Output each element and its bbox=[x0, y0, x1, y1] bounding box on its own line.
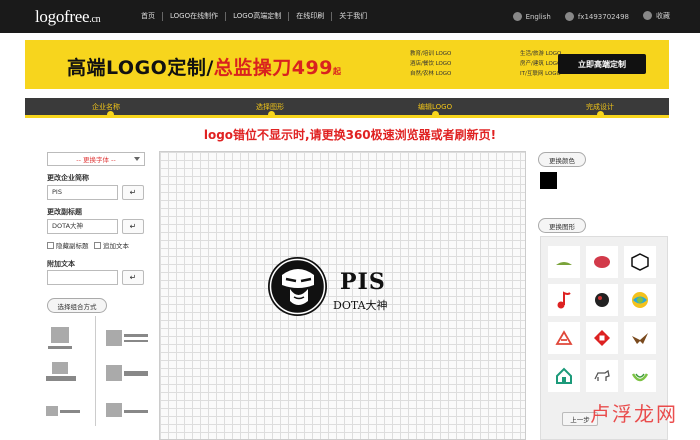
site-watermark: 卢浮龙网 bbox=[590, 402, 678, 426]
main-nav: 首页 LOGO在线制作 LOGO高端定制 在线印刷 关于我们 bbox=[134, 12, 374, 21]
combo-shape bbox=[106, 330, 122, 346]
combo-line bbox=[60, 410, 80, 413]
globe-icon bbox=[512, 11, 522, 21]
company-input[interactable]: PIS bbox=[47, 185, 118, 200]
combo-line bbox=[124, 334, 148, 337]
combo-layout-1[interactable] bbox=[46, 327, 94, 357]
color-swatch[interactable] bbox=[540, 172, 557, 189]
lips-logo-icon[interactable] bbox=[586, 246, 618, 278]
badge-logo-icon[interactable] bbox=[624, 246, 656, 278]
user-icon bbox=[564, 11, 574, 21]
language-switch[interactable]: English bbox=[512, 11, 551, 21]
colorful-leaf-logo-icon[interactable] bbox=[624, 284, 656, 316]
combo-layout-4[interactable] bbox=[106, 365, 154, 395]
company-apply-button[interactable]: ↵ bbox=[122, 185, 144, 200]
add-text-checkbox[interactable]: 追加文本 bbox=[94, 240, 129, 250]
heart-icon bbox=[643, 11, 652, 20]
chevron-down-icon bbox=[134, 157, 140, 161]
music-note-logo-icon[interactable] bbox=[548, 284, 580, 316]
extra-text-input[interactable] bbox=[47, 270, 118, 285]
feature-item: 自然/农林 LOGO bbox=[410, 71, 452, 77]
nav-link-print[interactable]: 在线印刷 bbox=[289, 12, 333, 21]
combo-line bbox=[48, 346, 72, 349]
green-bowl-logo-icon[interactable] bbox=[624, 360, 656, 392]
logo-subtitle-text[interactable]: DOTA大神 bbox=[333, 297, 388, 313]
extra-apply-button[interactable]: ↵ bbox=[122, 270, 144, 285]
change-color-button[interactable]: 更换颜色 bbox=[538, 152, 586, 167]
logo-canvas[interactable] bbox=[159, 151, 526, 440]
subtitle-input[interactable]: DOTA大神 bbox=[47, 219, 118, 234]
combo-line bbox=[46, 376, 76, 381]
checkbox-box[interactable] bbox=[94, 241, 101, 249]
site-logo[interactable]: logofree.cn bbox=[35, 7, 101, 27]
logo-brand-text[interactable]: PIS bbox=[340, 269, 386, 295]
house-logo-icon[interactable] bbox=[548, 360, 580, 392]
combo-shape bbox=[52, 362, 68, 374]
divider bbox=[95, 316, 96, 426]
eagle-logo-icon[interactable] bbox=[624, 322, 656, 354]
step-dot bbox=[597, 111, 604, 118]
promo-banner[interactable]: 高端LOGO定制/总监操刀499起 教育/培训 LOGO 生活/旅游 LOGO … bbox=[25, 40, 669, 89]
combo-shape bbox=[106, 365, 122, 381]
feature-item: 酒店/餐饮 LOGO bbox=[410, 61, 452, 67]
dog-logo-icon[interactable] bbox=[586, 360, 618, 392]
change-shape-button[interactable]: 更换图形 bbox=[538, 218, 586, 233]
red-diamond-logo-icon[interactable] bbox=[586, 322, 618, 354]
font-select[interactable]: -- 更换字体 -- bbox=[47, 152, 145, 166]
combo-shape bbox=[51, 327, 69, 343]
dark-orb-logo-icon[interactable] bbox=[586, 284, 618, 316]
combo-shape bbox=[46, 406, 58, 416]
combo-layout-3[interactable] bbox=[46, 362, 94, 392]
user-menu[interactable]: fx1493702498 bbox=[564, 11, 629, 21]
combo-line bbox=[124, 371, 148, 376]
step-1: 企业名称 bbox=[92, 103, 120, 111]
select-combo-button[interactable]: 选择组合方式 bbox=[47, 298, 107, 313]
face-mask-icon[interactable] bbox=[268, 257, 327, 316]
feature-item: 教育/培训 LOGO bbox=[410, 51, 452, 57]
step-dot bbox=[432, 111, 439, 118]
extra-text-label: 附加文本 bbox=[47, 260, 75, 268]
nav-link-online-make[interactable]: LOGO在线制作 bbox=[163, 12, 227, 21]
subtitle-label: 更改副标题 bbox=[47, 208, 82, 216]
browser-warning: logo错位不显示时,请更换360极速浏览器或者刷新页! bbox=[203, 128, 497, 142]
nav-link-about[interactable]: 关于我们 bbox=[332, 12, 374, 21]
custom-now-button[interactable]: 立即高端定制 bbox=[558, 54, 646, 74]
step-dot bbox=[268, 111, 275, 118]
checkbox-box[interactable] bbox=[47, 241, 54, 249]
nav-link-home[interactable]: 首页 bbox=[134, 12, 163, 21]
progress-steps: 企业名称 选择图形 编辑LOGO 完成设计 bbox=[25, 98, 669, 118]
combo-layout-5[interactable] bbox=[46, 400, 94, 430]
combo-layout-2[interactable] bbox=[106, 330, 154, 360]
combo-layout-6[interactable] bbox=[106, 403, 154, 433]
combo-line bbox=[124, 410, 148, 413]
hide-subtitle-checkbox[interactable]: 隐藏副标题 bbox=[47, 240, 89, 250]
favorite-link[interactable]: 收藏 bbox=[643, 11, 670, 21]
nav-right: English fx1493702498 收藏 bbox=[512, 11, 670, 21]
company-label: 更改企业简称 bbox=[47, 174, 89, 182]
combo-line bbox=[124, 340, 148, 342]
step-dot bbox=[107, 111, 114, 118]
nav-link-custom[interactable]: LOGO高端定制 bbox=[226, 12, 290, 21]
bird-logo-icon[interactable] bbox=[548, 246, 580, 278]
top-navigation-bar: logofree.cn 首页 LOGO在线制作 LOGO高端定制 在线印刷 关于… bbox=[0, 0, 700, 33]
subtitle-apply-button[interactable]: ↵ bbox=[122, 219, 144, 234]
abstract-a-logo-icon[interactable] bbox=[548, 322, 580, 354]
banner-title: 高端LOGO定制/总监操刀499起 bbox=[67, 57, 342, 79]
combo-shape bbox=[106, 403, 122, 417]
